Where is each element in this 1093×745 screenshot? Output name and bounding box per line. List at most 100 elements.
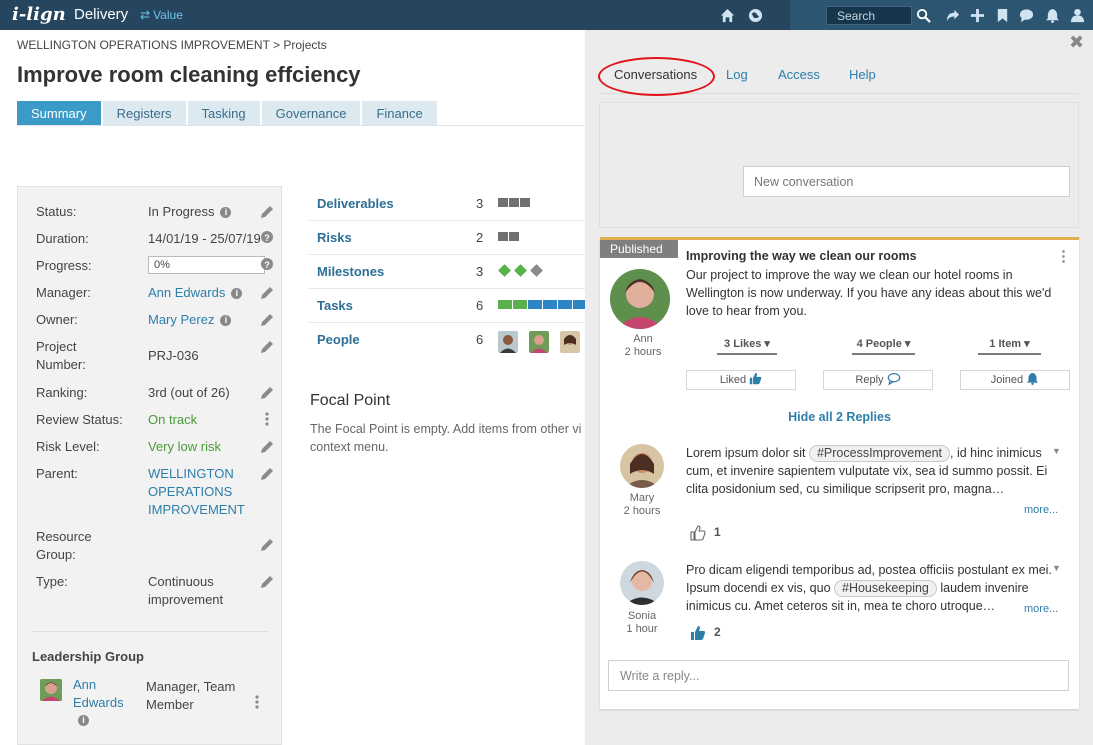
new-conversation-input[interactable]: New conversation [743, 166, 1070, 197]
tasks-marks [498, 300, 588, 309]
info-icon[interactable]: i [220, 315, 232, 327]
edit-pencil-icon[interactable] [260, 384, 274, 400]
breadcrumb[interactable]: WELLINGTON OPERATIONS IMPROVEMENT > Proj… [17, 38, 327, 52]
people-count[interactable]: 4 People ▾ [852, 337, 915, 355]
chevron-down-icon[interactable]: ▼ [1052, 563, 1061, 573]
property-value[interactable]: Ann Edwards i [148, 284, 258, 302]
list-item-label[interactable]: Tasks [317, 298, 353, 313]
reply-like-count[interactable]: 1 [690, 525, 721, 541]
reply-text: Pro dicam eligendi temporibus ad, postea… [686, 563, 1052, 613]
chevron-down-icon: ▾ [1024, 338, 1030, 350]
list-item-label[interactable]: Deliverables [317, 196, 394, 211]
search-input[interactable]: Search [826, 6, 912, 25]
hashtag[interactable]: #ProcessImprovement [808, 445, 951, 462]
list-item-label[interactable]: People [317, 332, 360, 347]
avatar[interactable] [40, 679, 62, 701]
joined-button[interactable]: Joined [960, 370, 1070, 390]
property-value[interactable]: WELLINGTON OPERATIONS IMPROVEMENT [148, 465, 253, 519]
list-item[interactable]: Milestones 3 [309, 255, 585, 289]
property-label: Ranking: [36, 385, 88, 400]
bookmark-icon[interactable] [993, 6, 1011, 24]
property-value: On track [148, 412, 198, 427]
more-link[interactable]: more... [1024, 504, 1058, 516]
edit-pencil-icon[interactable] [260, 465, 274, 481]
property-value[interactable]: Mary Perez i [148, 311, 258, 329]
items-count[interactable]: 1 Item ▾ [978, 337, 1041, 355]
avatar[interactable] [498, 331, 518, 353]
more-vertical-icon[interactable]: ⋮ [1056, 247, 1071, 265]
more-link[interactable]: more... [1024, 603, 1058, 615]
list-item[interactable]: People 6 [309, 323, 585, 357]
hashtag[interactable]: #Housekeeping [834, 580, 937, 597]
avatar[interactable] [620, 444, 664, 488]
thumbs-up-icon[interactable] [690, 525, 706, 541]
svg-text:?: ? [264, 260, 270, 270]
tab-registers[interactable]: Registers [102, 101, 186, 126]
edit-pencil-icon[interactable] [260, 203, 274, 219]
home-icon[interactable] [718, 6, 736, 24]
share-icon[interactable] [943, 6, 961, 24]
info-icon[interactable]: i [231, 288, 243, 300]
search-icon[interactable] [914, 6, 932, 24]
avatar[interactable] [610, 269, 670, 329]
list-item-count: 2 [476, 230, 484, 245]
edit-pencil-icon[interactable] [260, 338, 274, 354]
reply-text: Lorem ipsum dolor sit #ProcessImprovemen… [686, 445, 1048, 496]
avatar[interactable] [560, 331, 580, 353]
page-title: Improve room cleaning effciency [17, 62, 361, 87]
property-label: Progress: [36, 258, 92, 273]
list-item-count: 6 [476, 298, 484, 313]
tab-help[interactable]: Help [849, 67, 876, 82]
more-vertical-icon[interactable] [260, 411, 274, 427]
edit-pencil-icon[interactable] [260, 573, 274, 589]
write-reply-input[interactable]: Write a reply... [608, 660, 1069, 691]
avatar[interactable] [529, 331, 549, 353]
property-value: In Progress i [148, 203, 258, 221]
edit-pencil-icon[interactable] [260, 311, 274, 327]
edit-pencil-icon[interactable] [260, 536, 274, 552]
user-icon[interactable] [1068, 6, 1086, 24]
chat-icon[interactable] [1017, 6, 1035, 24]
list-item[interactable]: Tasks 6 [309, 289, 588, 323]
chevron-down-icon[interactable]: ▼ [1052, 446, 1061, 456]
plus-icon[interactable] [968, 6, 986, 24]
hide-replies-link[interactable]: Hide all 2 Replies [600, 410, 1079, 424]
more-vertical-icon[interactable] [250, 694, 264, 710]
info-icon[interactable]: i [220, 207, 232, 219]
thumbs-up-icon[interactable] [690, 625, 706, 641]
info-icon[interactable]: i [78, 715, 89, 726]
tab-log[interactable]: Log [726, 67, 748, 82]
tab-summary[interactable]: Summary [17, 101, 101, 126]
edit-pencil-icon[interactable] [260, 438, 274, 454]
list-item[interactable]: Risks 2 [309, 221, 585, 255]
list-item-label[interactable]: Milestones [317, 264, 384, 279]
bell-icon[interactable] [1043, 6, 1061, 24]
tab-finance[interactable]: Finance [362, 101, 437, 126]
app-name[interactable]: Delivery [74, 6, 128, 23]
list-item[interactable]: Deliverables 3 [309, 187, 585, 221]
property-label: Type: [36, 574, 68, 589]
avatar[interactable] [620, 561, 664, 605]
leader-name[interactable]: Ann Edwards [73, 676, 133, 712]
list-item-label[interactable]: Risks [317, 230, 352, 245]
property-value: 3rd (out of 26) [148, 385, 230, 400]
reply-time: 2 hours [623, 505, 661, 517]
globe-icon[interactable] [746, 6, 764, 24]
tab-access[interactable]: Access [778, 67, 820, 82]
tab-governance[interactable]: Governance [261, 101, 361, 126]
close-icon[interactable]: ✖ [1069, 32, 1084, 53]
highlight-oval [598, 57, 715, 96]
conversation-card: Published Improving the way we clean our… [600, 237, 1079, 709]
tab-tasking[interactable]: Tasking [187, 101, 260, 126]
edit-pencil-icon[interactable] [260, 284, 274, 300]
reply-like-count[interactable]: 2 [690, 625, 721, 641]
progress-field[interactable]: 0% [148, 256, 265, 274]
app-logo[interactable]: i-lign [12, 4, 66, 25]
help-icon[interactable]: ? [260, 257, 274, 273]
reply-button[interactable]: Reply [823, 370, 933, 390]
liked-button[interactable]: Liked [686, 370, 796, 390]
value-link[interactable]: ⇄ Value [140, 8, 183, 22]
likes-count[interactable]: 3 Likes ▾ [717, 337, 777, 355]
help-icon[interactable]: ? [260, 230, 274, 246]
milestone-diamond [530, 264, 543, 277]
